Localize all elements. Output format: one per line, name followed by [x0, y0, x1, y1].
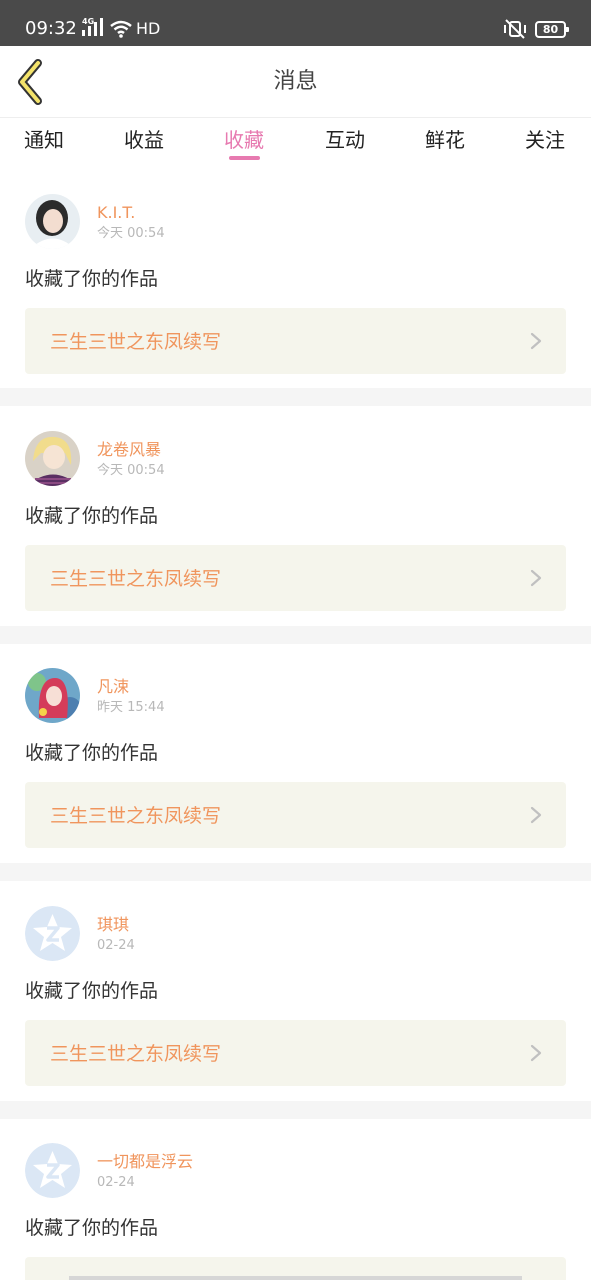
username[interactable]: 一切都是浮云 [97, 1152, 193, 1172]
timestamp: 今天 00:54 [97, 226, 165, 241]
action-text: 收藏了你的作品 [25, 742, 159, 764]
timestamp: 今天 00:54 [97, 463, 165, 478]
chevron-right-icon [530, 1044, 542, 1062]
action-text: 收藏了你的作品 [25, 980, 159, 1002]
work-link[interactable]: 三生三世之东凤续写 [25, 1020, 566, 1086]
avatar[interactable] [25, 668, 80, 723]
username[interactable]: 凡涑 [97, 677, 129, 697]
tab-flowers[interactable]: 鲜花 [425, 128, 465, 164]
avatar[interactable] [25, 431, 80, 486]
tab-interactions[interactable]: 互动 [325, 128, 365, 164]
username[interactable]: 琪琪 [97, 915, 129, 935]
battery-icon: 80 [535, 20, 569, 38]
work-link[interactable]: 三生三世之东凤续写 [25, 782, 566, 848]
avatar[interactable] [25, 1143, 80, 1198]
action-text: 收藏了你的作品 [25, 505, 159, 527]
default-star-avatar-icon [25, 906, 80, 961]
page-title: 消息 [273, 69, 318, 94]
anime-art-avatar-icon [25, 668, 80, 723]
tab-bar: 通知 收益 收藏 互动 鲜花 关注 [0, 118, 591, 178]
header-bar: 消息 [0, 46, 591, 118]
loading-placeholder [69, 1276, 522, 1280]
cellular-signal-icon: 4G [82, 17, 106, 38]
action-text: 收藏了你的作品 [25, 268, 159, 290]
action-text: 收藏了你的作品 [25, 1217, 159, 1239]
tab-notifications[interactable]: 通知 [24, 128, 64, 164]
avatar[interactable] [25, 194, 80, 249]
timestamp: 02-24 [97, 938, 135, 953]
status-indicators: 4G HD [82, 18, 160, 40]
avatar[interactable] [25, 906, 80, 961]
username[interactable]: 龙卷风暴 [97, 440, 161, 460]
wifi-icon [110, 20, 132, 38]
status-time: 09:32 [25, 18, 77, 39]
default-star-avatar-icon [25, 1143, 80, 1198]
status-right: 80 [503, 19, 569, 39]
message-card: 龙卷风暴 今天 00:54 收藏了你的作品 三生三世之东凤续写 [0, 406, 591, 626]
username[interactable]: K.I.T. [97, 203, 135, 223]
work-title: 三生三世之东凤续写 [50, 805, 222, 827]
work-link[interactable] [25, 1257, 566, 1280]
chevron-right-icon [530, 569, 542, 587]
chevron-right-icon [530, 332, 542, 350]
work-title: 三生三世之东凤续写 [50, 331, 222, 353]
chevron-right-icon [530, 806, 542, 824]
portrait-avatar-icon [25, 194, 80, 249]
active-tab-indicator [229, 156, 260, 160]
tab-earnings[interactable]: 收益 [124, 128, 164, 164]
message-card: 琪琪 02-24 收藏了你的作品 三生三世之东凤续写 [0, 881, 591, 1101]
timestamp: 02-24 [97, 1175, 135, 1190]
network-type-label: 4G [82, 17, 95, 26]
status-bar: 09:32 4G HD 80 [0, 0, 591, 46]
message-card: K.I.T. 今天 00:54 收藏了你的作品 三生三世之东凤续写 [0, 178, 591, 388]
anime-girl-avatar-icon [25, 431, 80, 486]
work-title: 三生三世之东凤续写 [50, 1043, 222, 1065]
hd-label: HD [136, 19, 161, 38]
work-link[interactable]: 三生三世之东凤续写 [25, 545, 566, 611]
work-link[interactable]: 三生三世之东凤续写 [25, 308, 566, 374]
message-card: 一切都是浮云 02-24 收藏了你的作品 [0, 1119, 591, 1280]
message-card: 凡涑 昨天 15:44 收藏了你的作品 三生三世之东凤续写 [0, 644, 591, 863]
mute-vibrate-icon [504, 19, 526, 39]
tab-follows[interactable]: 关注 [525, 128, 565, 164]
work-title: 三生三世之东凤续写 [50, 568, 222, 590]
timestamp: 昨天 15:44 [97, 700, 165, 715]
